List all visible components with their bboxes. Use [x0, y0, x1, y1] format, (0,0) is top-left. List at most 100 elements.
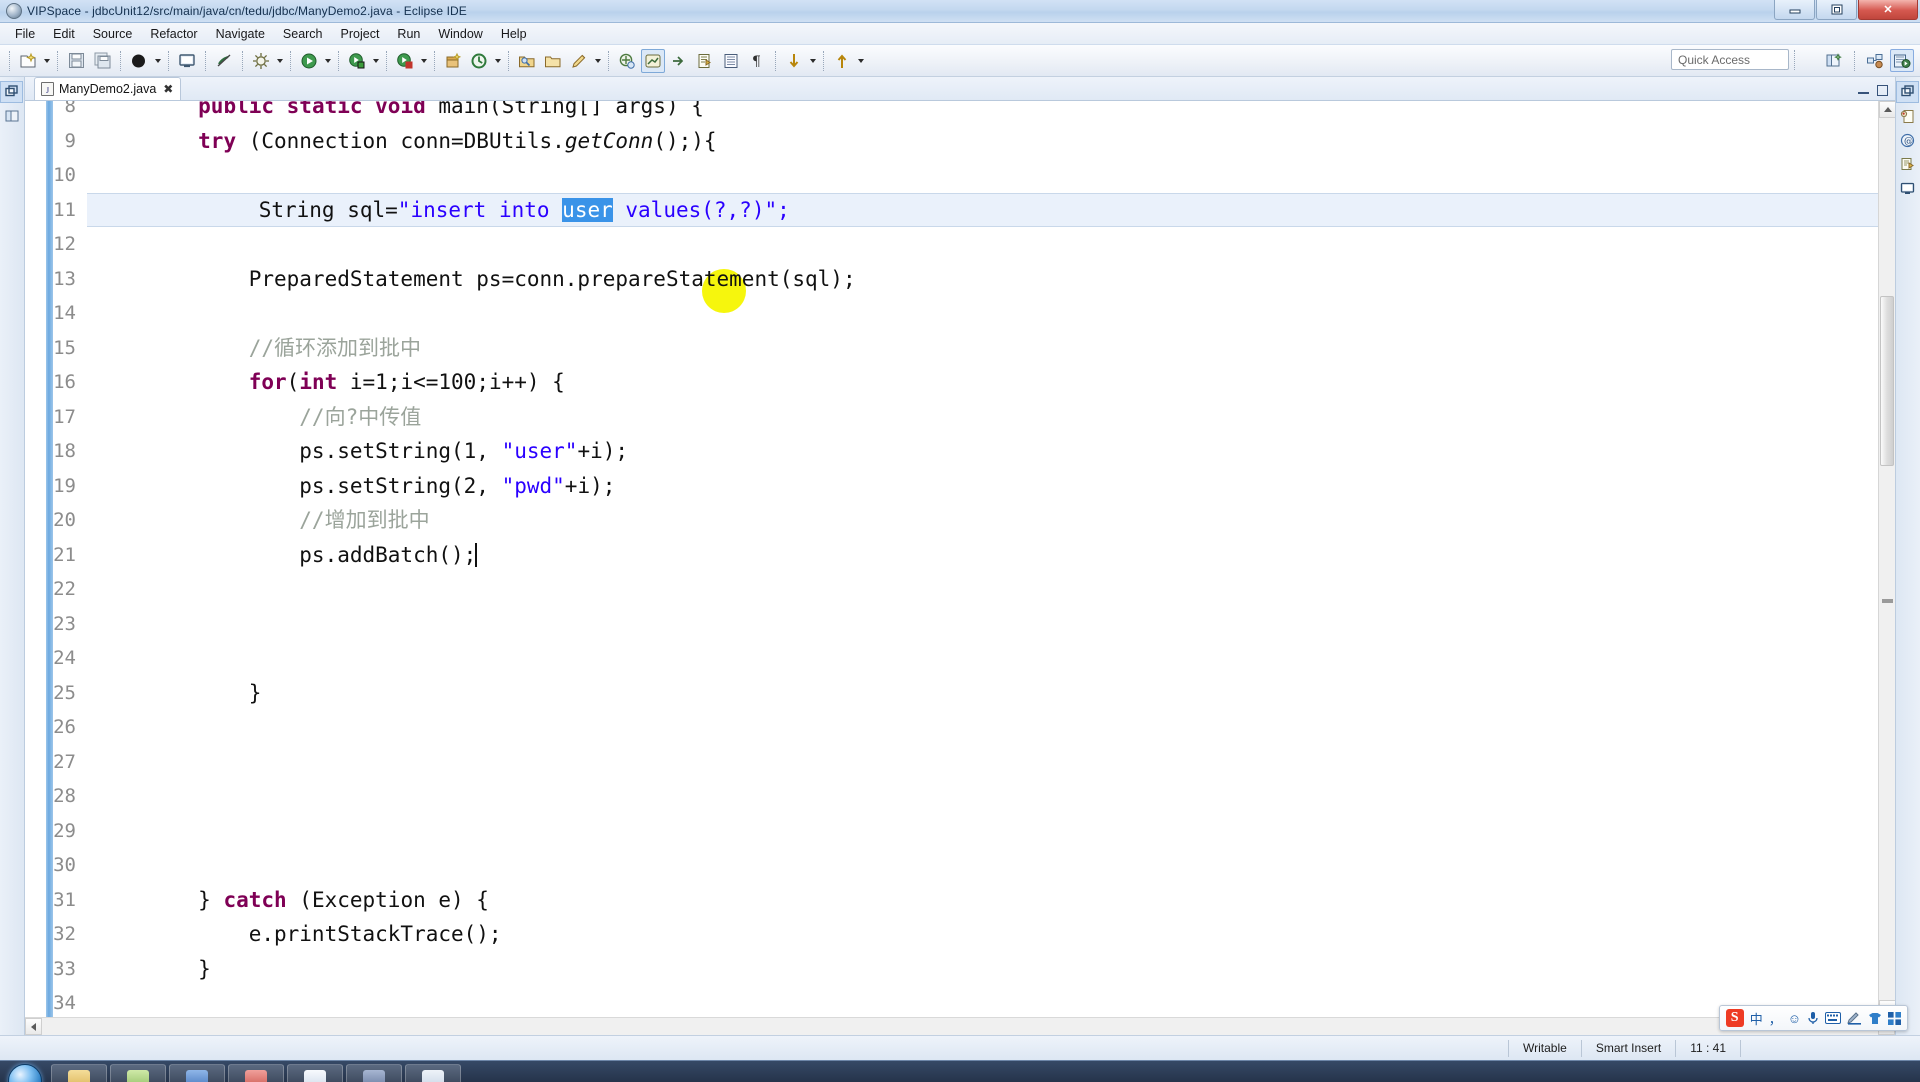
search-dropdown[interactable]	[592, 49, 603, 73]
taskbar-item-6[interactable]	[346, 1063, 402, 1082]
run-last-tool-dropdown[interactable]	[418, 49, 429, 73]
new-wizard-dropdown[interactable]	[41, 49, 52, 73]
back-button[interactable]	[693, 49, 717, 73]
menu-item-help[interactable]: Help	[492, 25, 536, 43]
code-line-20[interactable]: //增加到批中	[97, 503, 1878, 538]
next-annotation-dropdown[interactable]	[807, 49, 818, 73]
scroll-left-button[interactable]	[25, 1018, 42, 1035]
code-line-18[interactable]: ps.setString(1, "user"+i);	[97, 434, 1878, 469]
editor-horizontal-scrollbar[interactable]	[25, 1017, 1895, 1035]
package-explorer-button[interactable]	[0, 105, 23, 127]
taskbar-item-2[interactable]	[110, 1063, 166, 1082]
taskbar-item-5[interactable]	[287, 1063, 343, 1082]
code-line-28[interactable]	[97, 779, 1878, 814]
previous-annotation-up-button[interactable]	[830, 49, 854, 73]
open-type-button[interactable]	[515, 49, 539, 73]
editor-vertical-scrollbar[interactable]	[1878, 101, 1895, 1017]
perspective-java-ee-button[interactable]	[1863, 49, 1887, 72]
open-console-button[interactable]	[175, 49, 199, 73]
run-last-tool-button[interactable]	[393, 49, 417, 73]
toggle-mark-occurrences-button[interactable]	[467, 49, 491, 73]
next-annotation-button[interactable]	[615, 49, 639, 73]
javadoc-view-button[interactable]: @	[1896, 129, 1919, 151]
console-view-button[interactable]	[1896, 177, 1919, 199]
menu-item-file[interactable]: File	[6, 25, 44, 43]
horizontal-scroll-track[interactable]	[42, 1018, 1878, 1035]
taskbar-item-3[interactable]	[169, 1063, 225, 1082]
start-button[interactable]	[2, 1063, 48, 1082]
code-line-8[interactable]: public static void main(String[] args) {	[97, 101, 1878, 124]
menu-item-edit[interactable]: Edit	[44, 25, 84, 43]
code-line-17[interactable]: //向?中传值	[97, 400, 1878, 435]
last-edit-location-button[interactable]	[667, 49, 691, 73]
toggle-breakpoint-button[interactable]	[212, 49, 236, 73]
run-dropdown[interactable]	[322, 49, 333, 73]
previous-annotation-dropdown[interactable]	[855, 49, 866, 73]
restore-view-button[interactable]	[0, 81, 23, 103]
ime-emoji-button[interactable]: ☺	[1788, 1011, 1801, 1026]
code-column[interactable]: public static void main(String[] args) {…	[87, 101, 1878, 1017]
maximize-editor-icon[interactable]	[1876, 84, 1889, 97]
quick-access-input[interactable]: Quick Access	[1671, 49, 1789, 70]
menu-item-refactor[interactable]: Refactor	[141, 25, 206, 43]
editor-tab-manydemo2[interactable]: J ManyDemo2.java ✖	[34, 77, 182, 100]
run-button[interactable]	[297, 49, 321, 73]
code-line-26[interactable]	[97, 710, 1878, 745]
task-list-button[interactable]	[1896, 153, 1919, 175]
source-code[interactable]: public static void main(String[] args) {…	[87, 101, 1878, 1017]
pilcrow-button[interactable]: ¶	[745, 49, 769, 73]
restore-view-button-right[interactable]	[1896, 81, 1919, 103]
code-line-12[interactable]	[97, 227, 1878, 262]
menu-item-window[interactable]: Window	[429, 25, 491, 43]
ime-skin-button[interactable]	[1868, 1012, 1882, 1025]
taskbar-item-1[interactable]	[51, 1063, 107, 1082]
perspective-java-button[interactable]	[1890, 49, 1914, 72]
next-annotation-down-button[interactable]	[782, 49, 806, 73]
menu-item-project[interactable]: Project	[332, 25, 389, 43]
ime-handwriting-button[interactable]	[1847, 1011, 1862, 1025]
new-java-class-dropdown[interactable]	[152, 49, 163, 73]
code-line-34[interactable]	[97, 986, 1878, 1017]
new-java-class-button[interactable]	[127, 49, 151, 73]
code-line-16[interactable]: for(int i=1;i<=100;i++) {	[97, 365, 1878, 400]
save-button[interactable]	[64, 49, 88, 73]
previous-edit-button[interactable]	[641, 48, 665, 73]
open-task-button[interactable]	[541, 49, 565, 73]
debug-button[interactable]	[249, 49, 273, 73]
code-line-11[interactable]: String sql="insert into user values(?,?)…	[87, 192, 1878, 227]
taskbar-item-4[interactable]	[228, 1063, 284, 1082]
code-line-23[interactable]	[97, 607, 1878, 642]
code-line-29[interactable]	[97, 814, 1878, 849]
menu-item-navigate[interactable]: Navigate	[207, 25, 274, 43]
scroll-up-button[interactable]	[1879, 101, 1895, 118]
code-line-9[interactable]: try (Connection conn=DBUtils.getConn();)…	[97, 124, 1878, 159]
vertical-scroll-thumb[interactable]	[1880, 296, 1894, 466]
outline-view-button[interactable]	[1896, 105, 1919, 127]
code-line-30[interactable]	[97, 848, 1878, 883]
code-line-33[interactable]: }	[97, 952, 1878, 987]
code-line-24[interactable]	[97, 641, 1878, 676]
ime-voice-input-button[interactable]	[1807, 1011, 1819, 1025]
ime-toolbar[interactable]: S 中 ， ☺	[1718, 1005, 1908, 1031]
code-line-10[interactable]	[97, 158, 1878, 193]
new-package-button[interactable]	[441, 49, 465, 73]
code-line-32[interactable]: e.printStackTrace();	[97, 917, 1878, 952]
minimize-editor-icon[interactable]	[1857, 84, 1870, 97]
open-perspective-button[interactable]	[1822, 49, 1846, 72]
code-line-22[interactable]	[97, 572, 1878, 607]
code-line-19[interactable]: ps.setString(2, "pwd"+i);	[97, 469, 1878, 504]
run-as-coverage-dropdown[interactable]	[370, 49, 381, 73]
ime-punctuation-mode[interactable]: ，	[1769, 1009, 1782, 1028]
minimize-button[interactable]	[1774, 0, 1815, 20]
menu-item-run[interactable]: Run	[388, 25, 429, 43]
close-button[interactable]: ✕	[1858, 0, 1918, 20]
code-line-31[interactable]: } catch (Exception e) {	[97, 883, 1878, 918]
new-wizard-button[interactable]	[16, 49, 40, 73]
code-line-25[interactable]: }	[97, 676, 1878, 711]
ime-toolbox-button[interactable]	[1888, 1011, 1901, 1025]
menu-item-source[interactable]: Source	[84, 25, 142, 43]
forward-button[interactable]	[719, 49, 743, 73]
code-line-15[interactable]: //循环添加到批中	[97, 331, 1878, 366]
code-line-13[interactable]: PreparedStatement ps=conn.prepareStateme…	[97, 262, 1878, 297]
close-icon[interactable]: ✖	[163, 82, 173, 96]
